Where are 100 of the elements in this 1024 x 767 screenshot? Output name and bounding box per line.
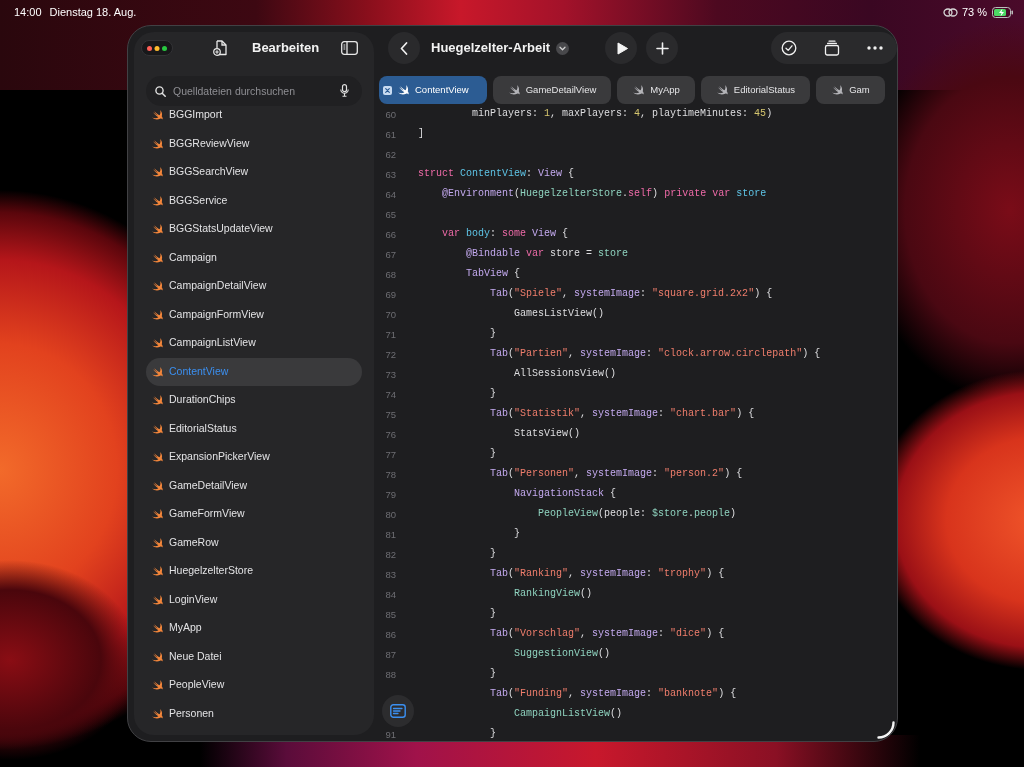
editor-tab[interactable]: EditorialStatus — [700, 76, 811, 104]
line-number: 63 — [384, 168, 396, 180]
search-field[interactable]: Quelldateien durchsuchen — [146, 76, 362, 106]
code-line: } — [490, 728, 497, 740]
battery-icon — [992, 6, 1013, 18]
file-item[interactable]: BGGService — [146, 186, 362, 215]
code-line: ] — [418, 128, 424, 140]
code-line: @Bindable var store = store — [466, 248, 629, 260]
bird-icon — [151, 622, 164, 635]
stacked-windows-icon[interactable] — [824, 40, 840, 56]
file-item[interactable]: GameDetailView — [146, 471, 362, 500]
line-number: 62 — [384, 148, 396, 160]
bird-icon — [397, 84, 410, 96]
run-button[interactable] — [605, 32, 637, 64]
editor-tab[interactable]: Gam — [816, 76, 885, 104]
code-line: NavigationStack { — [514, 488, 617, 500]
chevron-left-icon — [400, 41, 408, 55]
back-button[interactable] — [388, 32, 420, 64]
outline-button[interactable] — [382, 695, 414, 727]
resize-handle-icon[interactable] — [877, 721, 895, 739]
bird-icon — [151, 479, 164, 492]
play-icon — [616, 41, 628, 55]
line-number: 65 — [384, 208, 396, 220]
file-item[interactable]: CampaignDetailView — [146, 272, 362, 301]
line-number: 87 — [384, 648, 396, 660]
bird-icon — [151, 536, 164, 549]
code-line: } — [490, 608, 497, 620]
code-line: AllSessionsView() — [514, 368, 617, 380]
battery-percent: 73 % — [961, 4, 987, 20]
line-number: 84 — [384, 588, 396, 600]
file-item[interactable]: BGGStatsUpdateView — [146, 215, 362, 244]
file-item[interactable]: HuegelzelterStore — [146, 557, 362, 586]
sidebar-toggle-icon[interactable] — [341, 41, 358, 55]
bird-icon — [151, 308, 164, 321]
editor-tab[interactable]: MyApp — [617, 76, 695, 104]
line-number: 83 — [384, 568, 396, 580]
line-number: 78 — [384, 468, 396, 480]
project-title: Huegelzelter-Arbeit — [431, 39, 551, 58]
line-number: 64 — [384, 188, 396, 200]
three-dots-icon — [147, 45, 167, 51]
bird-icon — [831, 84, 845, 96]
window-controls-button[interactable] — [141, 40, 173, 56]
code-line: var body: some View { — [442, 228, 569, 240]
editor-tab[interactable]: ContentView — [379, 76, 487, 104]
file-item[interactable]: Campaign — [146, 243, 362, 272]
code-line: Tab("Spiele", systemImage: "square.grid.2x2") { — [490, 288, 773, 300]
checkmark-circle-icon[interactable] — [781, 40, 797, 56]
file-item[interactable]: BGGImport — [146, 106, 362, 130]
bird-icon — [151, 223, 164, 236]
bird-icon — [151, 593, 164, 606]
code-line: } — [490, 448, 497, 460]
file-item[interactable]: GameFormView — [146, 500, 362, 529]
file-item[interactable]: PeopleView — [146, 671, 362, 700]
bird-icon — [151, 565, 164, 578]
file-item[interactable]: Neue Datei — [146, 642, 362, 671]
bird-icon — [151, 707, 164, 720]
close-icon[interactable] — [383, 85, 392, 95]
file-item[interactable]: GameRow — [146, 528, 362, 557]
code-line: } — [490, 388, 497, 400]
bird-icon — [151, 679, 164, 692]
file-item[interactable]: CampaignFormView — [146, 300, 362, 329]
code-line: Tab("Personen", systemImage: "person.2") { — [490, 468, 743, 480]
code-line: } — [490, 328, 497, 340]
bird-icon — [151, 365, 164, 378]
file-item[interactable]: DurationChips — [146, 386, 362, 415]
code-line: SuggestionView() — [514, 648, 611, 660]
bird-icon — [151, 251, 164, 264]
line-number: 71 — [384, 328, 396, 340]
code-line: @Environment(HuegelzelterStore.self) private var store — [442, 188, 767, 200]
file-item[interactable]: Personen — [146, 699, 362, 728]
file-item[interactable]: EditorialStatus — [146, 414, 362, 443]
line-number: 60 — [384, 108, 396, 120]
code-line: } — [490, 548, 497, 560]
chevron-down-icon[interactable] — [556, 41, 570, 55]
line-number: 66 — [384, 228, 396, 240]
file-item[interactable]: ExpansionPickerView — [146, 443, 362, 472]
file-item[interactable]: LoginView — [146, 585, 362, 614]
code-line: TabView { — [466, 268, 521, 280]
line-number: 88 — [384, 668, 396, 680]
line-number: 67 — [384, 248, 396, 260]
microphone-icon[interactable] — [340, 84, 349, 97]
bird-icon — [151, 137, 164, 150]
status-time: 14:00 — [14, 4, 42, 20]
file-item[interactable]: BGGSearchView — [146, 158, 362, 187]
bird-icon — [715, 84, 729, 96]
file-item[interactable]: MyApp — [146, 614, 362, 643]
new-file-icon[interactable] — [213, 40, 227, 56]
file-item[interactable]: ContentView — [146, 357, 362, 386]
editor-tab[interactable]: GameDetailView — [492, 76, 612, 104]
file-item[interactable]: CampaignListView — [146, 329, 362, 358]
code-line: GamesListView() — [514, 308, 605, 320]
more-icon[interactable] — [867, 46, 883, 50]
add-button[interactable] — [646, 32, 678, 64]
link-icon — [942, 7, 958, 17]
file-item[interactable]: BGGReviewView — [146, 129, 362, 158]
line-number: 81 — [384, 528, 396, 540]
status-date: Dienstag 18. Aug. — [49, 4, 137, 20]
sidebar-title: Bearbeiten — [252, 39, 320, 58]
bird-icon — [151, 394, 164, 407]
bird-icon — [507, 84, 521, 96]
